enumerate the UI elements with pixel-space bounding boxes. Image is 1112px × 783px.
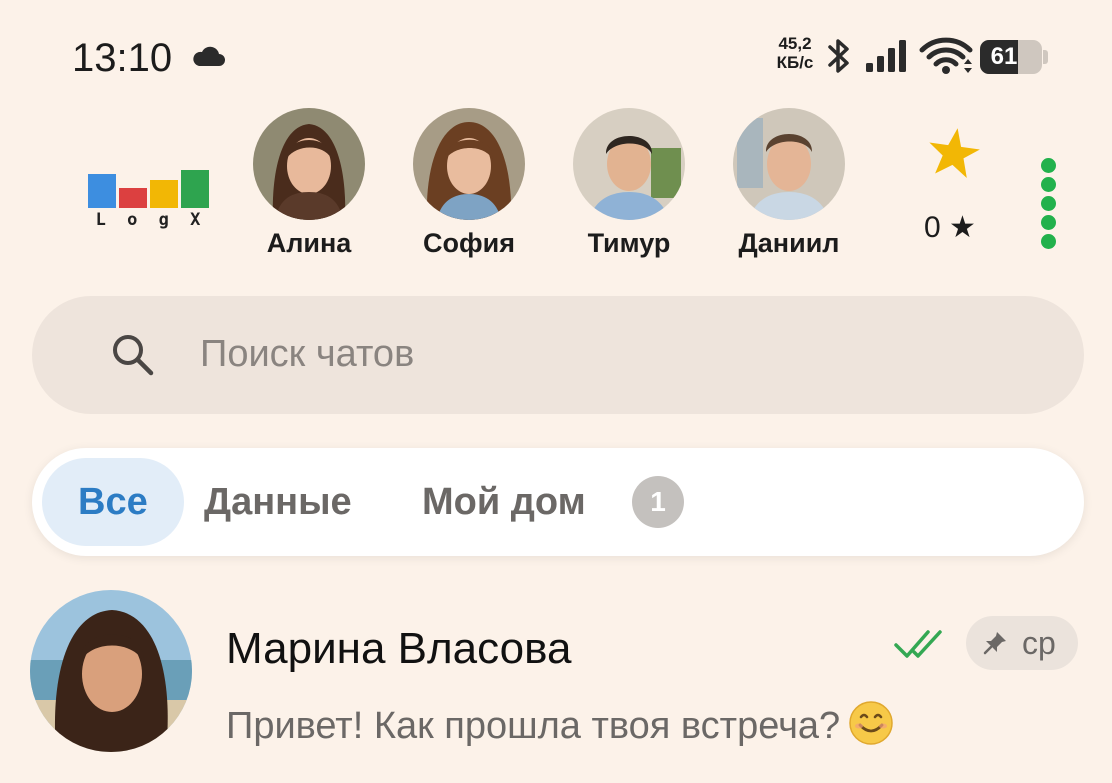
story-name: Тимур	[587, 228, 671, 258]
logo-bar-green	[181, 170, 209, 208]
dot-icon	[1041, 196, 1056, 211]
logo-wordmark: L o g X	[95, 210, 203, 230]
tab-all[interactable]: Все	[42, 458, 184, 546]
filter-tabs: Все Данные Мой дом 1	[32, 448, 1084, 556]
logo-bar-red	[119, 188, 147, 208]
battery-level: 61	[990, 43, 1018, 70]
avatar	[733, 108, 845, 220]
avatar	[573, 108, 685, 220]
logo-bar-blue	[88, 174, 116, 208]
story-name: Алина	[266, 228, 352, 258]
status-time: 13:10	[72, 36, 173, 80]
search-icon	[113, 335, 154, 376]
chat-date-pill: ср	[966, 616, 1078, 670]
story-timur[interactable]: Тимур	[554, 108, 704, 259]
stars-button[interactable]: 0 ★	[906, 124, 994, 245]
story-daniil[interactable]: Даниил	[714, 108, 864, 259]
star-icon	[929, 128, 980, 179]
dot-icon	[1041, 158, 1056, 173]
smiling-face-emoji-icon	[849, 701, 893, 745]
dot-icon	[1041, 215, 1056, 230]
logo-bar-yellow	[150, 180, 178, 208]
chat-date: ср	[1022, 625, 1056, 661]
chat-list-screen: 13:10 45,2 КБ/с 61 L o g X Алина София Т…	[0, 0, 1112, 783]
search-input[interactable]	[200, 326, 900, 382]
signal-icon	[866, 40, 906, 72]
avatar	[30, 590, 192, 752]
wifi-icon	[919, 37, 973, 74]
story-sofia[interactable]: София	[394, 108, 544, 259]
more-menu-button[interactable]	[1036, 158, 1060, 252]
dot-icon	[1041, 234, 1056, 249]
tab-my-home[interactable]: Мой дом	[422, 458, 586, 546]
network-speed: 45,2 КБ/с	[768, 34, 822, 72]
search-bar[interactable]	[32, 296, 1084, 414]
battery-indicator: 61	[980, 40, 1048, 74]
story-name: Даниил	[738, 228, 840, 258]
chat-name: Марина Власова	[226, 624, 572, 673]
stars-count: 0 ★	[924, 211, 976, 244]
chat-list-item[interactable]: Марина Власова Привет! Как прошла твоя в…	[0, 576, 1112, 783]
story-name: София	[423, 228, 515, 258]
network-speed-unit: КБ/с	[776, 53, 814, 72]
chat-preview: Привет! Как прошла твоя встреча?	[226, 700, 894, 748]
double-check-read-icon	[894, 630, 942, 658]
chat-preview-text: Привет! Как прошла твоя встреча?	[226, 705, 841, 747]
pin-icon	[983, 632, 1006, 655]
avatar	[253, 108, 365, 220]
story-alina[interactable]: Алина	[234, 108, 384, 259]
dot-icon	[1041, 177, 1056, 192]
unread-badge: 1	[632, 476, 684, 528]
app-logo[interactable]: L o g X	[86, 168, 212, 232]
tab-data[interactable]: Данные	[204, 458, 352, 546]
bluetooth-icon	[828, 39, 849, 73]
network-speed-value: 45,2	[778, 34, 812, 53]
avatar	[413, 108, 525, 220]
cloud-icon	[193, 46, 225, 66]
